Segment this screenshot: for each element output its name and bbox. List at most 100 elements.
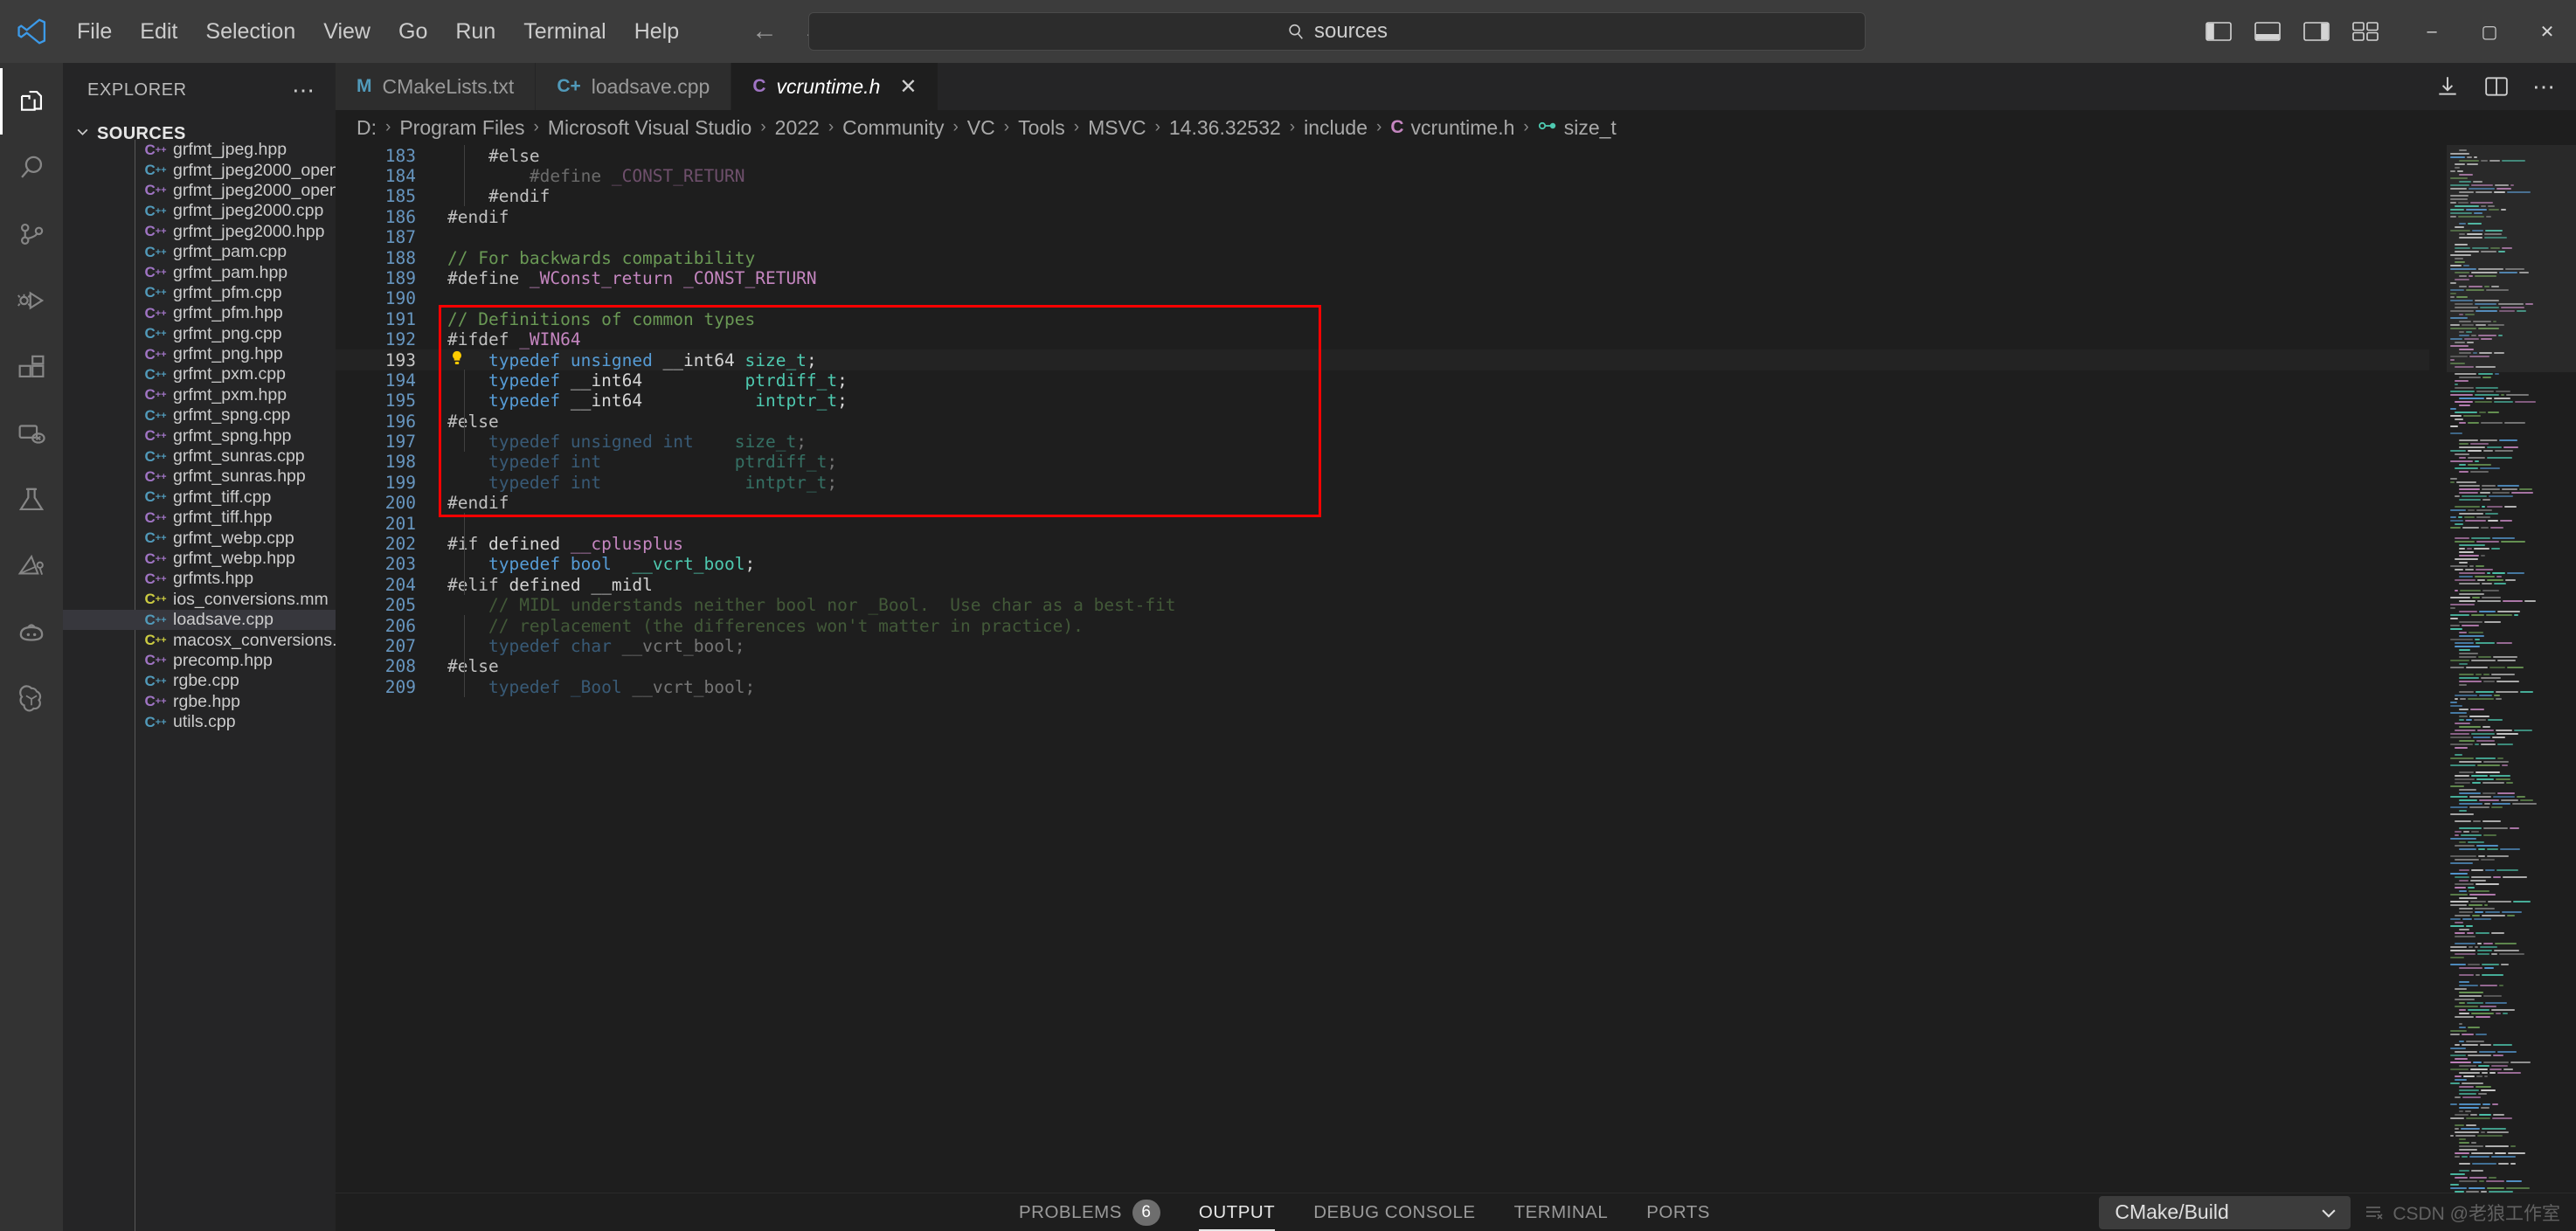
run-and-debug-icon[interactable] <box>0 267 63 334</box>
panel-tab-terminal[interactable]: TERMINAL <box>1495 1193 1628 1231</box>
breadcrumb-item[interactable]: Community <box>842 116 944 140</box>
code-line[interactable]: 200 #endif <box>336 493 2429 513</box>
code-line[interactable]: 185 #endif <box>336 186 2429 206</box>
chatgpt-icon[interactable] <box>0 666 63 732</box>
minimap-slider[interactable] <box>2447 145 2576 373</box>
testing-icon[interactable] <box>0 467 63 533</box>
file-tree-item[interactable]: C ++ grfmt_spng.cpp <box>63 405 336 425</box>
breadcrumb-item[interactable]: Microsoft Visual Studio <box>548 116 752 140</box>
file-tree-item[interactable]: C ++ rgbe.cpp <box>63 671 336 691</box>
file-tree-item[interactable]: C ++ grfmt_spng.hpp <box>63 425 336 446</box>
file-tree-item[interactable]: C ++ grfmt_pam.hpp <box>63 262 336 282</box>
code-line[interactable]: 202 #if defined __cplusplus <box>336 534 2429 554</box>
panel-tab-list[interactable]: PROBLEMS 6 OUTPUT DEBUG CONSOLE TERMINAL PORT… <box>336 1193 1729 1231</box>
code-line[interactable]: 203 typedef bool __vcrt_bool; <box>336 554 2429 574</box>
code-line[interactable]: 184 #define _CONST_RETURN <box>336 166 2429 186</box>
file-tree-item[interactable]: C ++ grfmt_sunras.cpp <box>63 446 336 467</box>
file-tree-item[interactable]: C ++ ios_conversions.mm <box>63 590 336 610</box>
code-line[interactable]: 197 typedef unsigned int size_t; <box>336 432 2429 452</box>
file-tree-item[interactable]: C ++ loadsave.cpp <box>63 609 336 631</box>
code-line[interactable]: 208 #else <box>336 656 2429 676</box>
file-tree-item[interactable]: C++ grfmt_jpeg2000_openjpeg.cpp <box>63 160 336 180</box>
panel-tab-debug-console[interactable]: DEBUG CONSOLE <box>1294 1193 1494 1231</box>
panel-tab-ports[interactable]: PORTS <box>1627 1193 1729 1231</box>
code-line[interactable]: 188 // For backwards compatibility <box>336 247 2429 268</box>
panel-tab-problems[interactable]: PROBLEMS 6 <box>1000 1193 1180 1231</box>
file-tree-item[interactable]: C ++ rgbe.hpp <box>63 692 336 712</box>
file-tree-item[interactable]: C ++ grfmt_pfm.cpp <box>63 283 336 303</box>
file-tree-item[interactable]: C ++ grfmt_pfm.hpp <box>63 303 336 323</box>
breadcrumb-item[interactable]: 2022 <box>775 116 820 140</box>
code-line[interactable]: 198 typedef int ptrdiff_t; <box>336 452 2429 472</box>
file-tree-item[interactable]: C ++ grfmt_png.hpp <box>63 344 336 364</box>
source-control-icon[interactable] <box>0 201 63 267</box>
code-line[interactable]: 187 <box>336 227 2429 247</box>
code-editor[interactable]: 183 #else 184 #define _CONST_RETURN 185 #e… <box>336 145 2576 1193</box>
breadcrumb-item[interactable]: size_t <box>1538 116 1617 140</box>
file-tree-item[interactable]: C ++ grfmt_webp.hpp <box>63 549 336 569</box>
code-line[interactable]: 209 typedef _Bool __vcrt_bool; <box>336 677 2429 697</box>
file-tree-item[interactable]: C ++ grfmt_webp.cpp <box>63 528 336 548</box>
breadcrumb-item[interactable]: Program Files <box>399 116 524 140</box>
menu-help[interactable]: Help <box>620 14 693 50</box>
breadcrumb[interactable]: D: › Program Files › Microsoft Visual Studio… <box>336 110 2576 146</box>
code-line[interactable]: 204 #elif defined __midl <box>336 575 2429 595</box>
code-line[interactable]: 186 #endif <box>336 207 2429 227</box>
close-icon[interactable]: ✕ <box>899 74 917 100</box>
minimize-button[interactable]: – <box>2403 0 2461 63</box>
file-tree-item[interactable]: C++ macosx_conversions.mm <box>63 630 336 650</box>
menu-run[interactable]: Run <box>441 14 509 50</box>
breadcrumb-item[interactable]: 14.36.32532 <box>1169 116 1281 140</box>
code-line[interactable]: 205 // MIDL understands neither bool nor… <box>336 595 2429 615</box>
code-line[interactable]: 196 #else <box>336 411 2429 432</box>
code-line[interactable]: 201 <box>336 513 2429 534</box>
breadcrumb-item[interactable]: D: <box>357 116 377 140</box>
menu-go[interactable]: Go <box>384 14 441 50</box>
breadcrumb-item[interactable]: Cvcruntime.h <box>1390 116 1514 140</box>
code-line[interactable]: 192 #ifdef _WIN64 <box>336 329 2429 349</box>
code-line[interactable]: 206 // replacement (the differences won'… <box>336 615 2429 636</box>
file-tree-item[interactable]: C ++ grfmt_sunras.hpp <box>63 467 336 487</box>
menu-selection[interactable]: Selection <box>191 14 309 50</box>
code-line[interactable]: 199 typedef int intptr_t; <box>336 473 2429 493</box>
menu-terminal[interactable]: Terminal <box>509 14 620 50</box>
breadcrumb-item[interactable]: Tools <box>1018 116 1065 140</box>
code-line[interactable]: 193 typedef unsigned __int64 size_t; <box>336 349 2429 370</box>
code-line[interactable]: 195 typedef __int64 intptr_t; <box>336 391 2429 411</box>
maximize-button[interactable]: ▢ <box>2461 0 2518 63</box>
code-lines-container[interactable]: 183 #else 184 #define _CONST_RETURN 185 #e… <box>336 145 2429 1193</box>
menu-file[interactable]: File <box>63 14 126 50</box>
output-source-select[interactable]: CMake/Build <box>2099 1195 2351 1229</box>
editor-vertical-scrollbar[interactable] <box>2429 145 2447 1193</box>
file-tree-item[interactable]: C ++ grfmt_pxm.cpp <box>63 364 336 384</box>
code-line[interactable]: 189 #define _WConst_return _CONST_RETURN <box>336 268 2429 288</box>
close-button[interactable]: ✕ <box>2518 0 2576 63</box>
file-tree-item[interactable]: C ++ grfmt_jpeg2000.hpp <box>63 222 336 242</box>
tab-vcruntime-h[interactable]: C vcruntime.h ✕ <box>731 63 939 111</box>
file-tree-item[interactable]: C ++ grfmt_pxm.hpp <box>63 385 336 405</box>
search-icon[interactable] <box>0 135 63 201</box>
breadcrumb-item[interactable]: VC <box>967 116 995 140</box>
more-actions-icon[interactable]: ⋯ <box>2532 75 2557 99</box>
file-tree-item[interactable]: C ++ utils.cpp <box>63 712 336 732</box>
quick-search-input[interactable]: sources <box>808 12 1866 51</box>
panel-tab-output[interactable]: OUTPUT <box>1180 1193 1294 1231</box>
file-tree[interactable]: C++ grfmt_jpeg.hpp C++ grfmt_jpeg2000_openj… <box>63 140 336 1231</box>
remote-explorer-icon[interactable] <box>0 400 63 467</box>
file-tree-item[interactable]: C ++ precomp.hpp <box>63 651 336 671</box>
split-editor-icon[interactable] <box>2483 74 2510 99</box>
tab-cmakelists[interactable]: M CMakeLists.txt <box>336 63 537 111</box>
code-line[interactable]: 191 // Definitions of common types <box>336 309 2429 329</box>
editor-minimap[interactable] <box>2447 145 2576 1193</box>
ellipsis-icon[interactable]: ⋯ <box>292 78 316 101</box>
code-line[interactable]: 194 typedef __int64 ptrdiff_t; <box>336 370 2429 391</box>
code-line[interactable]: 190 <box>336 288 2429 308</box>
menu-view[interactable]: View <box>309 14 384 50</box>
code-line[interactable]: 183 #else <box>336 145 2429 166</box>
file-tree-item[interactable]: C ++ grfmt_jpeg2000.cpp <box>63 201 336 221</box>
toggle-panel-icon[interactable] <box>2254 21 2281 42</box>
breadcrumb-item[interactable]: MSVC <box>1088 116 1146 140</box>
file-tree-item[interactable]: C ++ grfmt_jpeg.hpp <box>63 140 336 160</box>
toggle-primary-sidebar-icon[interactable] <box>2206 21 2232 42</box>
customize-layout-icon[interactable] <box>2352 21 2379 42</box>
